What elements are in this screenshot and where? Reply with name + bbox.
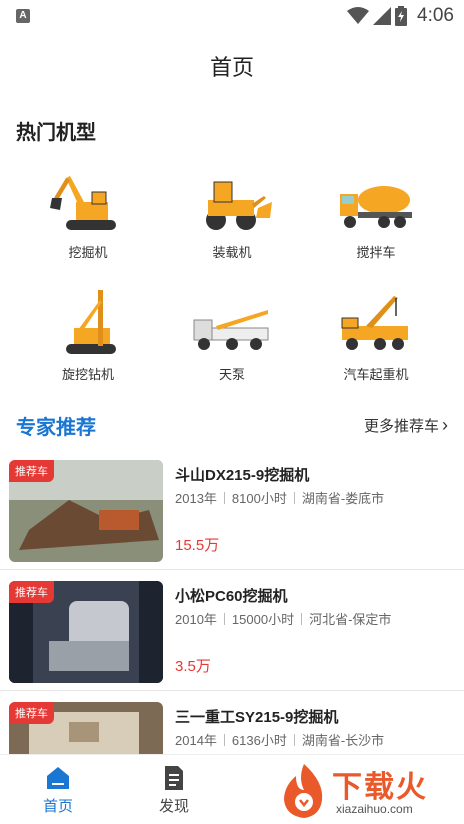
listing-title: 小松PC60挖掘机 — [175, 588, 288, 605]
listing-meta: 2014年 6136小时 湖南省-长沙市 — [175, 730, 384, 749]
machine-label: 搅拌车 — [356, 245, 396, 260]
tab-home-label: 首页 — [42, 798, 73, 815]
hot-models-title: 热门机型 — [16, 122, 96, 144]
more-recommend-link[interactable]: 更多推荐车 › — [364, 415, 448, 436]
truck-crane-icon — [341, 296, 408, 350]
chevron-right-icon: › — [442, 414, 448, 435]
divider — [223, 733, 225, 746]
machine-label: 挖掘机 — [68, 245, 108, 260]
list-item[interactable]: 推荐车 小松PC60挖掘机 2010年 15000小时 河北省-保定市 3.5万 — [0, 571, 464, 691]
listing-price: 15.5万 — [175, 537, 220, 554]
status-bar: A 4:06 — [0, 0, 464, 32]
listing-location: 湖南省-娄底市 — [301, 491, 385, 506]
machine-truck-crane[interactable]: 汽车起重机 — [304, 290, 448, 390]
status-time: 4:06 — [417, 5, 454, 26]
tab-home[interactable]: 首页 — [0, 755, 116, 824]
recommend-title: 专家推荐 — [16, 416, 96, 439]
listing-hours: 8100小时 — [231, 491, 287, 506]
mixer-truck-icon — [340, 186, 412, 228]
wifi-icon — [347, 7, 370, 24]
watermark-text: 下载火 — [332, 771, 428, 804]
machine-rotary-drill[interactable]: 旋挖钻机 — [16, 290, 160, 390]
recommend-badge: 推荐车 — [9, 581, 54, 603]
watermark-logo: 下载火 xiazaihuo.com — [276, 760, 456, 822]
status-icons: 4:06 — [347, 4, 454, 28]
more-recommend-label: 更多推荐车 — [363, 417, 439, 435]
listing-location: 湖南省-长沙市 — [301, 733, 385, 748]
home-icon — [47, 767, 69, 789]
recommend-badge: 推荐车 — [9, 702, 54, 724]
listing-meta: 2013年 8100小时 湖南省-娄底市 — [175, 488, 384, 507]
listing-year: 2013年 — [175, 491, 217, 506]
machine-label: 装载机 — [212, 245, 252, 260]
listing-meta: 2010年 15000小时 河北省-保定市 — [175, 609, 391, 628]
machine-label: 旋挖钻机 — [61, 367, 114, 382]
machine-loader[interactable]: 装载机 — [160, 168, 304, 268]
machine-mixer-truck[interactable]: 搅拌车 — [304, 168, 448, 268]
page-title: 首页 — [209, 55, 254, 80]
divider — [293, 491, 295, 504]
tab-discover-label: 发现 — [158, 798, 189, 815]
rotary-drill-icon — [66, 290, 116, 354]
pump-truck-icon — [193, 310, 269, 350]
loader-icon — [206, 181, 272, 230]
notification-app-icon: A — [16, 9, 30, 23]
listing-hours: 15000小时 — [231, 612, 295, 627]
machine-label: 汽车起重机 — [343, 367, 409, 382]
listing-hours: 6136小时 — [231, 733, 287, 748]
machine-excavator[interactable]: 挖掘机 — [16, 168, 160, 268]
listing-year: 2010年 — [175, 612, 217, 627]
divider — [223, 491, 225, 504]
divider — [301, 612, 303, 625]
flame-logo-icon — [284, 764, 323, 818]
tab-discover[interactable]: 发现 — [116, 755, 232, 824]
battery-icon — [395, 6, 408, 26]
discover-icon — [165, 766, 183, 790]
divider — [223, 612, 225, 625]
excavator-icon — [50, 176, 116, 230]
watermark-url: xiazaihuo.com — [336, 802, 413, 816]
listing-location: 河北省-保定市 — [309, 612, 392, 627]
listing-price: 3.5万 — [175, 658, 211, 675]
listing-title: 三一重工SY215-9挖掘机 — [175, 709, 339, 726]
machine-pump-truck[interactable]: 天泵 — [160, 290, 304, 390]
recommend-header: 专家推荐 更多推荐车 › — [16, 410, 448, 440]
recommend-badge: 推荐车 — [9, 460, 54, 482]
hot-models-grid: 挖掘机 装载机 搅拌车 旋挖钻机 天泵 汽车起重机 — [16, 168, 448, 390]
listing-year: 2014年 — [175, 733, 217, 748]
divider — [293, 733, 295, 746]
listing-title: 斗山DX215-9挖掘机 — [175, 467, 310, 484]
list-item[interactable]: 推荐车 斗山DX215-9挖掘机 2013年 8100小时 湖南省-娄底市 15… — [0, 450, 464, 570]
machine-label: 天泵 — [218, 367, 245, 382]
signal-icon — [373, 7, 392, 25]
